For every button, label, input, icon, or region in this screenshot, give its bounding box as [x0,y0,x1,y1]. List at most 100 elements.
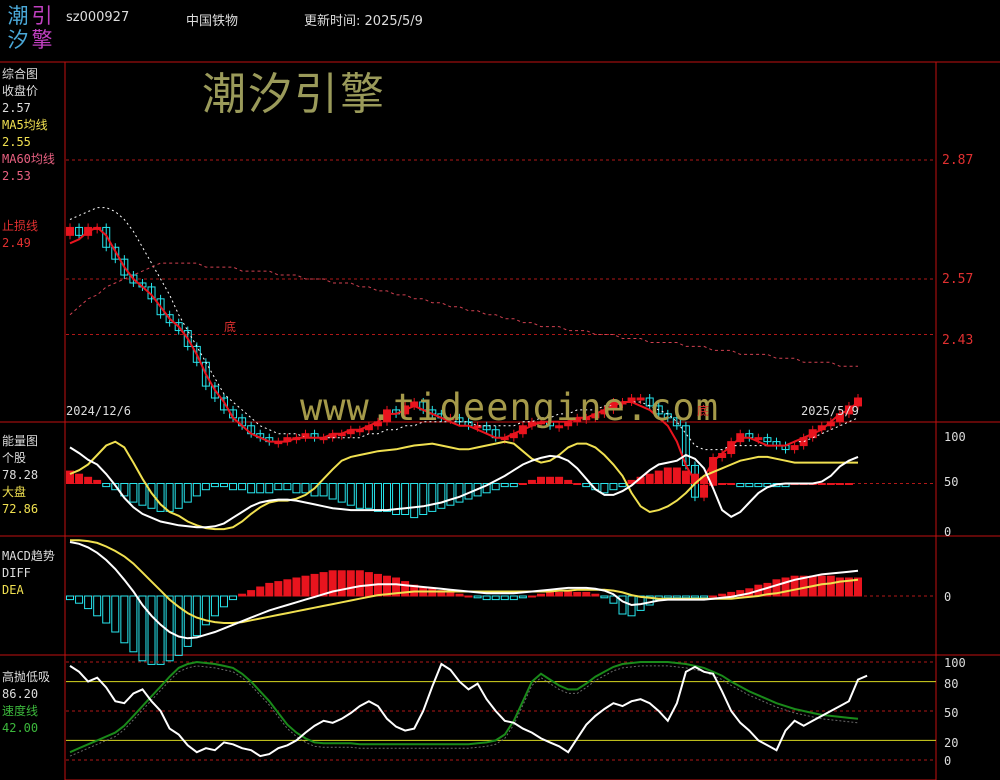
energy-bar [102,483,111,488]
close-value: 2.57 [2,101,31,115]
candle [700,484,709,498]
energy-bar [600,483,609,494]
energy-bar [210,483,219,488]
energy-bar [663,467,672,484]
energy-bar [573,483,582,485]
macd-bar [219,595,228,608]
speed-line [69,660,859,754]
energy-bar [183,483,192,503]
price-level: 2.57 [942,272,974,287]
macd-bar [826,575,835,597]
macd-bar [573,591,582,597]
energy-bar [555,476,564,484]
macd-bar [310,573,319,597]
macd-bar [663,595,672,599]
energy-tick: 50 [944,475,959,489]
energy-bar [75,473,84,485]
macd-bar [817,575,826,597]
market-energy-line [69,440,858,531]
energy-tick: 100 [944,430,966,444]
energy-bar [654,470,663,485]
energy-bar [817,483,826,485]
price-level: 2.87 [942,153,974,168]
energy-bar [265,483,274,494]
energy-bar [373,483,382,512]
energy-bar [93,479,102,484]
price-level: 2.43 [942,333,974,348]
energy-bar [129,483,138,503]
macd-bar [238,593,247,597]
macd-bar [147,595,156,665]
macd-bar [709,595,718,598]
macd-bar [700,595,709,599]
macd-bar [500,595,509,601]
energy-bar [428,483,437,512]
energy-title: 能量图 [2,434,39,448]
macd-bar [301,575,310,597]
energy-stock-value: 78.28 [2,468,39,482]
macd-bar [111,595,120,633]
macd-bar [355,570,364,597]
macd-bar [129,595,138,653]
date-end: 2025/5/9 [801,404,859,418]
stock-energy-line [69,446,859,529]
candle [66,226,74,236]
energy-bar [337,483,346,503]
macd-bar [156,595,165,665]
energy-bar [174,483,183,509]
macd-bar [84,595,93,610]
macd-bar [256,586,265,597]
energy-bar [844,483,853,485]
energy-bar [383,483,392,512]
macd-bar [102,595,111,624]
energy-bar [319,483,328,497]
macd-bar [491,595,500,601]
speed-label: 速度线 [2,704,39,718]
macd-bar [518,595,527,599]
macd-bar [509,595,518,601]
energy-bar [491,483,500,491]
main-title: 综合图 [2,67,39,81]
date-start: 2024/12/6 [66,404,132,418]
energy-bar [256,483,265,494]
highlow-tick: 50 [944,706,959,720]
macd-bar [75,595,84,604]
macd-bar [473,595,482,599]
macd-bar [337,570,346,597]
macd-bar [274,581,283,597]
energy-bar [292,483,301,494]
macd-bar [265,582,274,597]
macd-bar [482,595,491,601]
energy-bar [401,483,410,515]
energy-bar [826,483,835,485]
highlow-value: 86.20 [2,687,39,701]
ma5-value: 2.55 [2,135,31,149]
candle [754,437,763,441]
energy-bar [500,483,509,488]
macd-bar [165,595,174,662]
bottom-marker: 底 [224,320,237,334]
energy-bar [681,470,690,485]
energy-bar [201,483,210,491]
energy-bar [419,483,428,515]
energy-bar [437,483,446,509]
energy-bar [455,483,464,503]
energy-bar [410,483,419,519]
highlow-title: 高抛低吸 [2,670,51,684]
macd-bar [93,595,102,617]
macd-bar [582,591,591,597]
energy-bar [727,483,736,485]
macd-bar [672,595,681,599]
macd-bar [120,595,129,644]
panel-frame [64,61,937,423]
chart-stage: 潮引 汐擎 sz000927 中国铁物 更新时间: 2025/5/9 潮汐引擎 … [0,0,1000,780]
macd-tick: 0 [944,590,952,604]
energy-bar [718,483,727,485]
energy-stock-label: 个股 [2,451,27,465]
energy-bar [301,483,310,494]
diff-label: DIFF [2,566,31,580]
energy-bar [84,476,93,484]
macd-bar [591,593,600,597]
macd-bar [546,591,555,597]
macd-bar [555,591,564,597]
